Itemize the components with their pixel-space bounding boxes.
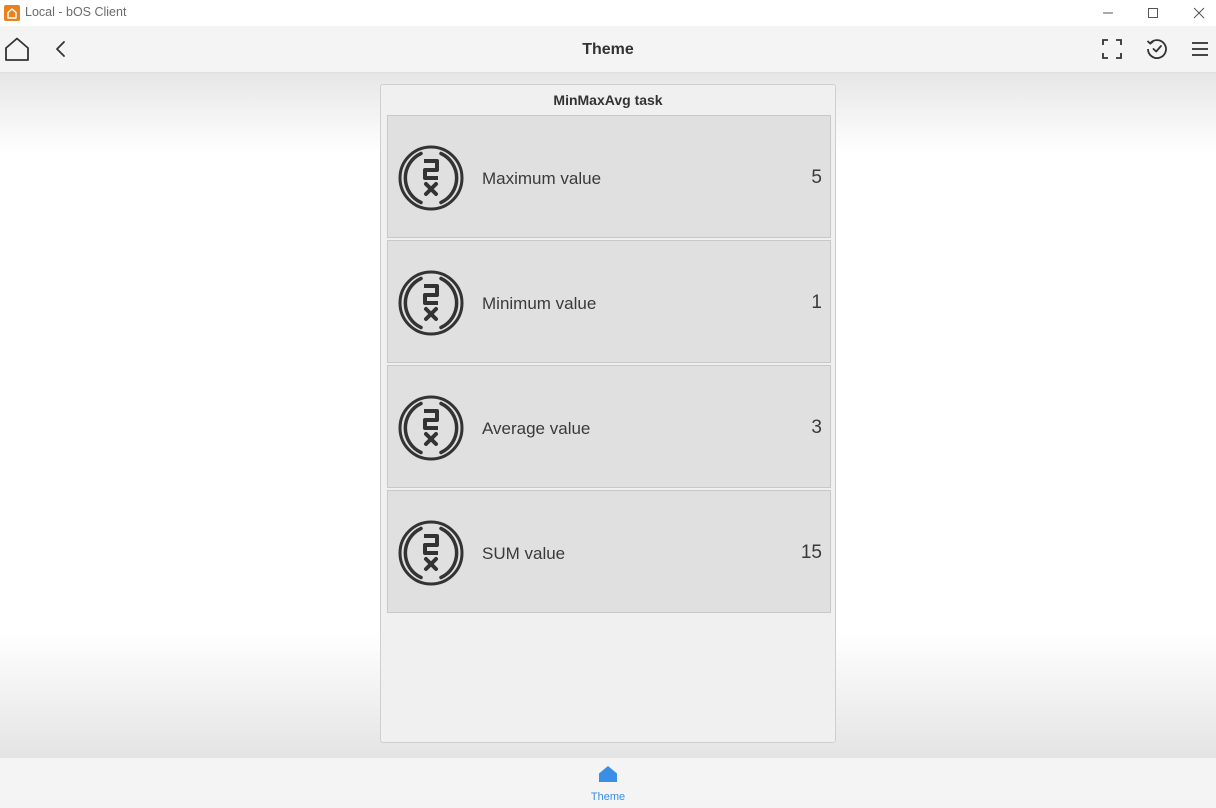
tile-maximum-value[interactable]: Maximum value 5 bbox=[387, 115, 831, 238]
bottom-nav: Theme bbox=[0, 757, 1216, 808]
history-button[interactable] bbox=[1142, 34, 1172, 64]
close-button[interactable] bbox=[1176, 0, 1216, 26]
task-panel: MinMaxAvg task Maximum value 5 Minimum v… bbox=[380, 84, 836, 743]
minimize-button[interactable] bbox=[1085, 0, 1131, 26]
tile-value: 1 bbox=[811, 292, 822, 313]
tile-minimum-value[interactable]: Minimum value 1 bbox=[387, 240, 831, 363]
tile-value: 3 bbox=[811, 417, 822, 438]
app-logo bbox=[4, 5, 20, 21]
app-header: Theme bbox=[0, 26, 1216, 73]
tile-label: SUM value bbox=[482, 544, 566, 563]
tile-value: 15 bbox=[800, 542, 822, 563]
history-icon bbox=[1146, 39, 1167, 59]
chevron-left-icon bbox=[56, 41, 65, 57]
hamburger-menu-icon bbox=[1192, 42, 1208, 56]
panel-title: MinMaxAvg task bbox=[553, 92, 663, 108]
back-button[interactable] bbox=[46, 34, 76, 64]
min-max-avg-icon bbox=[398, 270, 464, 336]
tile-average-value[interactable]: Average value 3 bbox=[387, 365, 831, 488]
tile-label: Average value bbox=[482, 419, 591, 438]
fullscreen-icon bbox=[1102, 39, 1122, 59]
tile-value: 5 bbox=[811, 167, 822, 188]
window-titlebar: Local - bOS Client bbox=[0, 0, 1216, 26]
home-icon bbox=[5, 37, 29, 61]
page-title: Theme bbox=[582, 41, 634, 58]
min-max-avg-icon bbox=[398, 520, 464, 586]
window-title: Local - bOS Client bbox=[25, 5, 127, 19]
maximize-icon bbox=[1148, 8, 1158, 18]
fullscreen-button[interactable] bbox=[1097, 34, 1127, 64]
home-button[interactable] bbox=[2, 34, 32, 64]
maximize-button[interactable] bbox=[1130, 0, 1176, 26]
close-icon bbox=[1193, 7, 1205, 19]
content-area: MinMaxAvg task Maximum value 5 Minimum v… bbox=[0, 73, 1216, 757]
min-max-avg-icon bbox=[398, 395, 464, 461]
tile-label: Minimum value bbox=[482, 294, 597, 313]
tab-theme[interactable]: Theme bbox=[578, 758, 638, 808]
minimize-icon bbox=[1103, 12, 1113, 14]
tile-sum-value[interactable]: SUM value 15 bbox=[387, 490, 831, 613]
menu-button[interactable] bbox=[1185, 34, 1215, 64]
tile-label: Maximum value bbox=[482, 169, 602, 188]
tab-label: Theme bbox=[590, 791, 626, 803]
home-icon bbox=[599, 766, 617, 782]
min-max-avg-icon bbox=[398, 145, 464, 211]
